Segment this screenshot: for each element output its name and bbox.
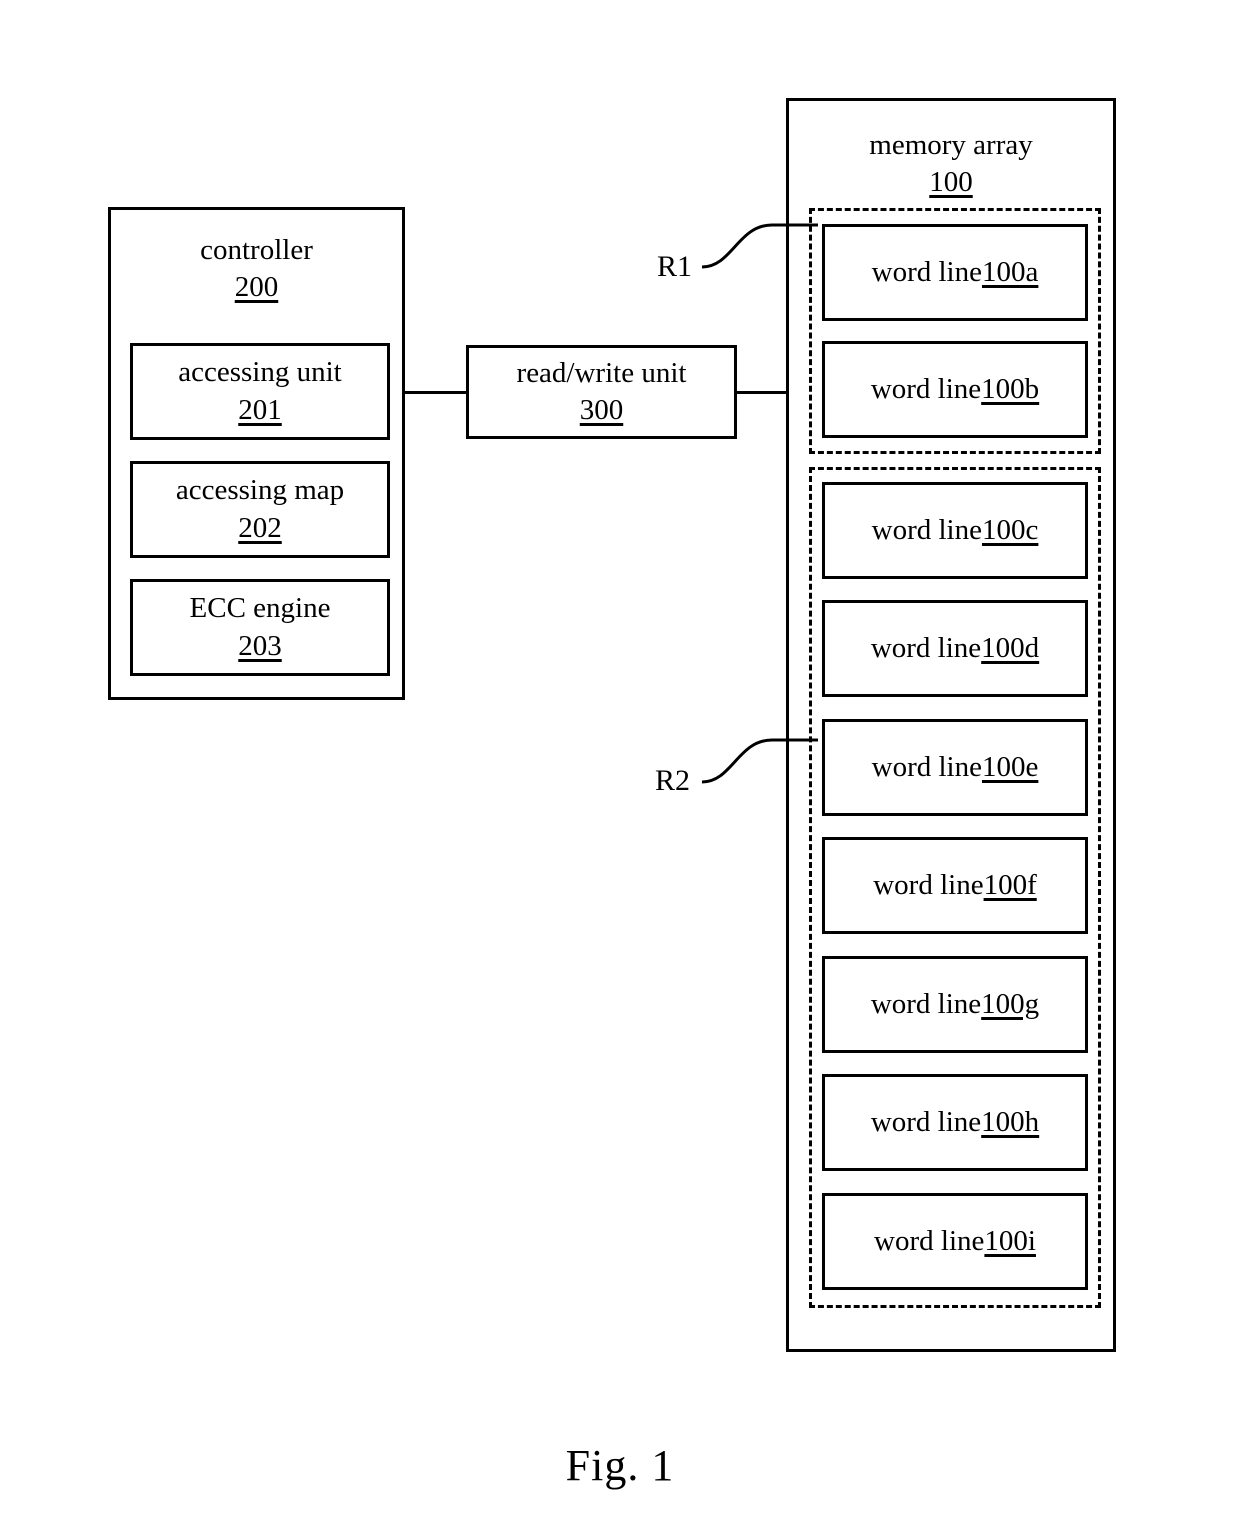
controller-ref: 200 — [234, 271, 279, 304]
word-line-cell-100c: word line 100c — [822, 482, 1088, 579]
word-line-cell-100h: word line 100h — [822, 1074, 1088, 1171]
accessing-map-ref: 202 — [238, 511, 282, 544]
word-line-ref-100e: 100e — [981, 751, 1039, 783]
read-write-unit-block: read/write unit 300 — [466, 345, 737, 439]
figure-canvas: controller 200 accessing unit 201 access… — [0, 0, 1240, 1530]
word-line-cell-100i: word line 100i — [822, 1193, 1088, 1290]
word-line-ref-100i: 100i — [984, 1225, 1036, 1257]
accessing-unit-title: accessing unit — [178, 356, 342, 389]
read-write-unit-ref: 300 — [579, 394, 624, 426]
word-line-ref-100h: 100h — [981, 1106, 1040, 1138]
word-line-cell-100d: word line 100d — [822, 600, 1088, 697]
ecc-engine-title: ECC engine — [189, 592, 331, 625]
word-line-cell-100e: word line 100e — [822, 719, 1088, 816]
word-line-label-100h: word line — [870, 1106, 982, 1138]
word-line-ref-100g: 100g — [981, 988, 1040, 1020]
memory-array-title: memory array — [869, 129, 1033, 161]
read-write-unit-title: read/write unit — [516, 356, 687, 389]
word-line-label-100d: word line — [870, 632, 982, 664]
word-line-label-100e: word line — [871, 751, 982, 783]
word-line-cell-100b: word line 100b — [822, 341, 1088, 438]
word-line-cell-100f: word line 100f — [822, 837, 1088, 934]
connector-controller-to-readwrite — [405, 391, 467, 394]
memory-array-block: memory array 100 word line 100a word lin… — [786, 98, 1116, 1352]
word-line-ref-100d: 100d — [981, 632, 1040, 664]
word-line-ref-100b: 100b — [981, 373, 1040, 405]
controller-title: controller — [200, 234, 313, 266]
memory-array-ref: 100 — [929, 166, 973, 199]
word-line-label-100a: word line — [871, 256, 982, 288]
word-line-ref-100a: 100a — [981, 256, 1039, 288]
word-line-cell-100g: word line 100g — [822, 956, 1088, 1053]
controller-title-group: controller 200 — [200, 232, 313, 306]
memory-array-title-group: memory array 100 — [789, 127, 1113, 201]
ecc-engine-block: ECC engine 203 — [130, 579, 390, 676]
ecc-engine-ref: 203 — [238, 629, 282, 662]
figure-caption: Fig. 1 — [565, 1441, 675, 1490]
accessing-unit-ref: 201 — [238, 393, 282, 426]
accessing-map-title: accessing map — [175, 474, 345, 507]
word-line-label-100i: word line — [874, 1225, 985, 1257]
region-label-r1: R1 — [657, 250, 693, 283]
region-label-r2: R2 — [655, 764, 691, 797]
controller-block: controller 200 accessing unit 201 access… — [108, 207, 405, 700]
word-line-label-100g: word line — [870, 988, 982, 1020]
word-line-ref-100c: 100c — [981, 514, 1039, 546]
word-line-label-100b: word line — [870, 373, 982, 405]
accessing-map-block: accessing map 202 — [130, 461, 390, 558]
connector-readwrite-to-memory-array — [737, 391, 789, 394]
word-line-label-100c: word line — [871, 514, 982, 546]
accessing-unit-block: accessing unit 201 — [130, 343, 390, 440]
word-line-label-100f: word line — [873, 869, 984, 901]
word-line-cell-100a: word line 100a — [822, 224, 1088, 321]
word-line-ref-100f: 100f — [983, 869, 1037, 901]
